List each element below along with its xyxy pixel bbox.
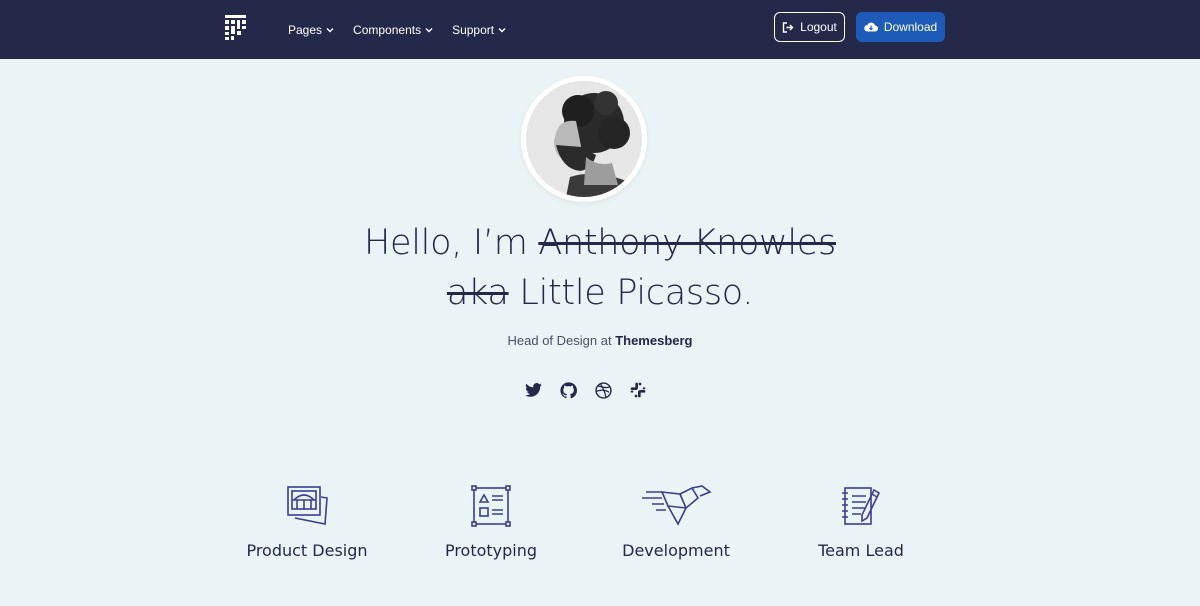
nickname-text: Little Picasso. (508, 273, 754, 313)
github-icon[interactable] (558, 380, 578, 400)
feature-label: Team Lead (818, 541, 904, 560)
chevron-down-icon (498, 27, 506, 32)
nav-item-label: Pages (288, 22, 323, 37)
logout-label: Logout (800, 20, 837, 34)
feature-product-design: Product Design (227, 484, 387, 560)
logout-button[interactable]: Logout (774, 12, 845, 42)
product-design-icon (227, 484, 387, 532)
nav-item-label: Components (353, 22, 422, 37)
feature-team-lead: Team Lead (781, 484, 941, 560)
struck-aka-text: aka (446, 273, 509, 313)
slack-icon[interactable] (628, 380, 648, 400)
twitter-icon[interactable] (523, 380, 543, 400)
company-name: Themesberg (615, 333, 693, 348)
feature-prototyping: Prototyping (411, 484, 571, 560)
greeting-text: Hello, I’m (364, 223, 539, 263)
avatar-photo (526, 81, 642, 197)
job-title-text: Head of Design at (507, 333, 616, 348)
nav-item-support[interactable]: Support (452, 23, 506, 37)
cloud-download-icon (864, 22, 878, 32)
social-links (523, 380, 663, 400)
main-nav: Pages Components Support (288, 0, 525, 59)
dribbble-icon[interactable] (593, 380, 613, 400)
feature-development: Development (596, 484, 756, 560)
chevron-down-icon (425, 27, 433, 32)
hero-subtitle: Head of Design at Themesberg (0, 333, 1200, 348)
nav-item-components[interactable]: Components (353, 23, 433, 37)
feature-label: Product Design (246, 541, 368, 560)
nav-item-label: Support (452, 22, 495, 37)
feature-label: Development (622, 541, 730, 560)
struck-name-text: Anthony Knowles (538, 223, 836, 263)
sign-out-icon (782, 21, 794, 33)
hero-headline-line-2: aka Little Picasso. (0, 273, 1200, 313)
hero-headline-line-1: Hello, I’m Anthony Knowles (0, 223, 1200, 263)
development-icon (596, 484, 756, 532)
feature-label: Prototyping (444, 541, 538, 560)
brand-logo-icon[interactable] (225, 15, 246, 40)
prototyping-icon (411, 484, 571, 532)
nav-item-pages[interactable]: Pages (288, 23, 334, 37)
top-navbar: Pages Components Support Logout Download (0, 0, 1200, 59)
download-button[interactable]: Download (856, 12, 945, 42)
chevron-down-icon (326, 27, 334, 32)
download-label: Download (883, 20, 938, 34)
team-lead-icon (781, 484, 941, 532)
profile-avatar (521, 76, 647, 202)
